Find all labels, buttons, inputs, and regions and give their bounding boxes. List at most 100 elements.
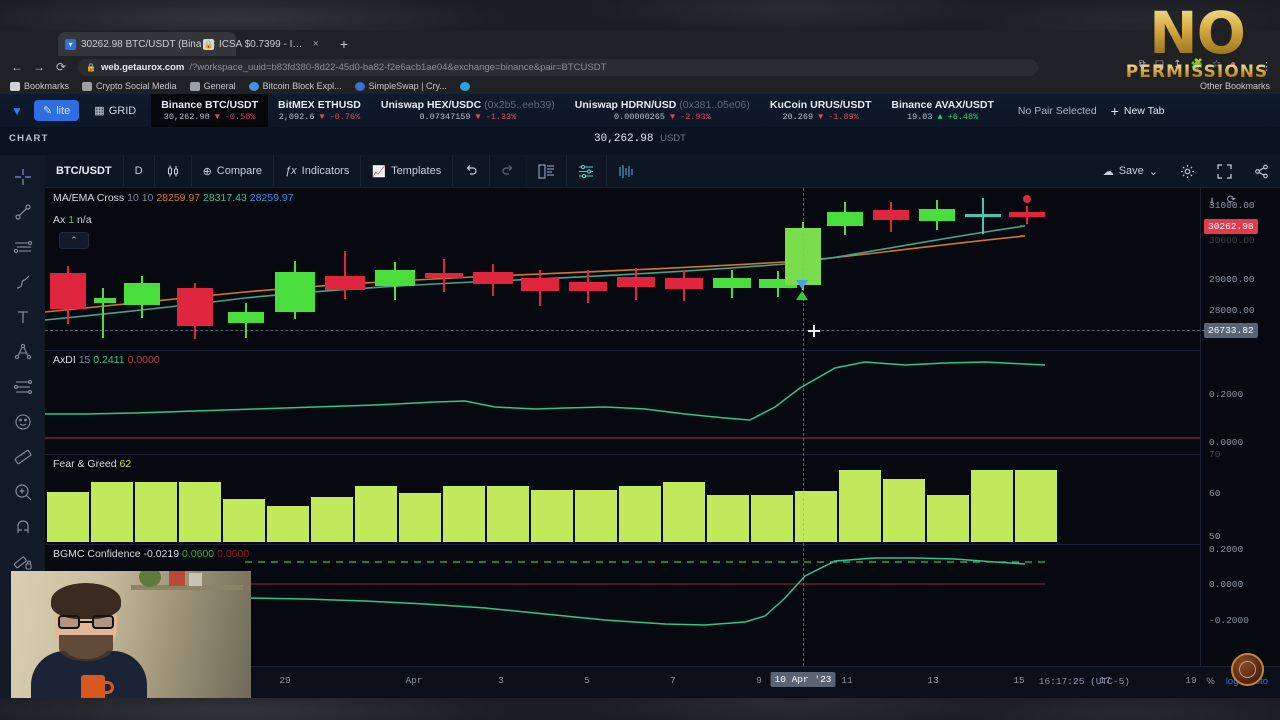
horizontal-lines-icon[interactable] xyxy=(10,235,36,259)
templates-label: Templates xyxy=(391,165,442,177)
axdi-name: AxDI xyxy=(53,354,76,366)
pair-tab-uniswap-hdrnusd[interactable]: Uniswap HDRN/USD (0x381..05e06) 0.000002… xyxy=(565,94,760,127)
mode-lite-button[interactable]: ✎ lite xyxy=(34,100,80,121)
fullscreen-icon[interactable] xyxy=(1206,155,1243,188)
collapse-legend-button[interactable]: ⌃ xyxy=(59,232,89,249)
pair-tab-uniswap-hexusdc[interactable]: Uniswap HEX/USDC (0x2b5..eeb39) 0.073471… xyxy=(371,94,565,127)
pair-tab-binance-btcusdt[interactable]: Binance BTC/USDT 30,262.98 ▼ -0.58% xyxy=(151,94,269,127)
axis-price-label: 31000.00 xyxy=(1209,200,1255,211)
chart-toolbar: BTC/USDT D ⊕ Compare ƒx Indicators 📈 Tem… xyxy=(45,154,1280,188)
crosshair-icon[interactable] xyxy=(10,165,36,189)
axis-fg-label: 50 xyxy=(1209,531,1221,542)
layout-icon[interactable] xyxy=(527,154,568,188)
axdi-value-1: 0.2411 xyxy=(93,354,125,366)
pair-price: 19.03 xyxy=(907,112,933,122)
coin-watermark-icon xyxy=(1231,653,1264,686)
interval-button[interactable]: D xyxy=(124,154,155,188)
forward-button[interactable]: → xyxy=(28,57,50,77)
url-bar-row: ← → ⟳ 🔒 web.getaurox.com /?workspace_uuid… xyxy=(0,56,1280,78)
bookmark-item[interactable] xyxy=(459,81,474,91)
pair-price: 0.07347159 xyxy=(419,112,471,122)
ax-value: 1 xyxy=(68,214,75,226)
brush-icon[interactable] xyxy=(10,270,36,294)
pair-change-arrow: ▼ xyxy=(818,112,824,122)
fib-icon[interactable] xyxy=(10,375,36,399)
mode-lite-label: lite xyxy=(56,104,71,117)
pair-tab-bitmex-ethusd[interactable]: BitMEX ETHUSD 2,092.6 ▼ -0.76% xyxy=(268,94,371,127)
webcam-person-glasses xyxy=(58,615,114,629)
feargreed-legend: Fear & Greed 62 xyxy=(53,458,131,470)
pair-tab-binance-avaxusdt[interactable]: Binance AVAX/USDT 19.03 ▲ +6.48% xyxy=(881,94,1004,127)
pitchfork-icon[interactable] xyxy=(10,340,36,364)
undo-button[interactable] xyxy=(453,154,491,188)
pair-change: +6.48% xyxy=(947,112,979,122)
save-button[interactable]: ☁ Save ⌄ xyxy=(1092,155,1169,188)
trendline-icon[interactable] xyxy=(10,200,36,224)
candlesticks xyxy=(50,195,1045,339)
webcam-person-hair xyxy=(51,583,121,619)
address-bar[interactable]: 🔒 web.getaurox.com /?workspace_uuid=b83fd… xyxy=(78,59,1038,76)
share-icon[interactable] xyxy=(1243,155,1280,188)
magnet-icon[interactable] xyxy=(10,515,36,539)
emoji-icon[interactable] xyxy=(10,410,36,434)
bookmark-label: SimpleSwap | Cry... xyxy=(368,81,447,91)
new-browser-tab-button[interactable]: + xyxy=(334,35,354,55)
symbol-button[interactable]: BTC/USDT xyxy=(45,154,124,188)
chart-clock: 16:17:25 (UTC-5) xyxy=(1038,676,1130,687)
candlestick-icon[interactable] xyxy=(155,154,192,188)
redo-button[interactable] xyxy=(490,154,528,188)
gear-icon[interactable] xyxy=(1169,155,1206,188)
mode-grid-button[interactable]: ▦ GRID xyxy=(85,100,145,121)
bookmark-item[interactable]: Bookmarks xyxy=(10,81,69,91)
bookmark-item[interactable]: Crypto Social Media xyxy=(82,81,177,91)
bgmc-value-2: 0.0600 xyxy=(182,548,215,560)
pair-address: (0x381..05e06) xyxy=(679,99,750,111)
aurox-logo-icon[interactable]: ▼ xyxy=(0,104,34,118)
no-pair-selected-label: No Pair Selected xyxy=(1017,104,1097,117)
percent-scale-button[interactable]: % xyxy=(1206,676,1214,687)
swap-icon xyxy=(354,81,365,91)
axdi-pane-svg xyxy=(45,361,1200,439)
text-icon[interactable] xyxy=(10,305,36,329)
lock-icon: 🔒 xyxy=(203,38,214,50)
axis-price-label: 30000.00 xyxy=(1209,235,1255,246)
bookmark-item[interactable]: SimpleSwap | Cry... xyxy=(354,81,447,91)
compare-button[interactable]: ⊕ Compare xyxy=(192,154,275,188)
time-tick: 3 xyxy=(498,675,504,686)
pair-stats: 30,262.98 ▼ -0.58% xyxy=(164,112,256,122)
bookmarks-bar: Bookmarks Crypto Social Media General Bi… xyxy=(0,78,1280,94)
time-tick: 15 xyxy=(1013,675,1025,686)
back-button[interactable]: ← xyxy=(6,57,28,77)
measure-icon[interactable] xyxy=(10,445,36,469)
bars-icon[interactable] xyxy=(607,155,646,188)
reload-button[interactable]: ⟳ xyxy=(50,57,72,77)
pair-tab-kucoin-urusdt[interactable]: KuCoin URUS/USDT 20.269 ▼ -1.89% xyxy=(760,94,882,127)
pair-name: Uniswap HDRN/USD (0x381..05e06) xyxy=(575,99,750,111)
pair-change: -1.33% xyxy=(485,112,517,122)
pair-change-arrow: ▼ xyxy=(669,112,676,122)
folder-icon xyxy=(82,81,93,91)
close-icon[interactable]: × xyxy=(313,38,319,50)
webcam-person-beard xyxy=(59,635,113,661)
zoom-icon[interactable] xyxy=(10,480,36,504)
templates-button[interactable]: 📈 Templates xyxy=(361,154,454,188)
pair-change: -1.89% xyxy=(828,112,859,122)
indicators-button[interactable]: ƒx Indicators xyxy=(274,154,362,188)
pair-name: KuCoin URUS/USDT xyxy=(769,99,872,111)
browser-tab-2[interactable]: 🔒 ICSA $0.7399 - Icosa / USDC × xyxy=(196,32,326,56)
bookmark-label: General xyxy=(203,81,236,91)
bookmark-label: Crypto Social Media xyxy=(96,81,177,91)
webcam-box-white xyxy=(189,573,202,586)
axdi-legend: AxDI 15 0.2411 0.0000 xyxy=(53,354,160,366)
ma-value-3: 28259.97 xyxy=(249,192,294,204)
bookmark-item[interactable]: General xyxy=(189,81,236,91)
pair-price: 30,262.98 xyxy=(163,112,210,122)
price-axis[interactable]: ⭳ ⟳ 31000.00 30262.98 30000.00 29000.00 … xyxy=(1200,188,1280,666)
webcam-mug xyxy=(81,675,105,698)
sliders-icon[interactable] xyxy=(567,154,608,188)
bookmark-item[interactable]: Bitcoin Block Expl... xyxy=(248,81,342,91)
pair-change-arrow: ▼ xyxy=(319,112,325,122)
twitter-icon xyxy=(459,81,470,91)
pane-separator xyxy=(45,454,1200,455)
plus-icon: + xyxy=(1110,102,1119,119)
